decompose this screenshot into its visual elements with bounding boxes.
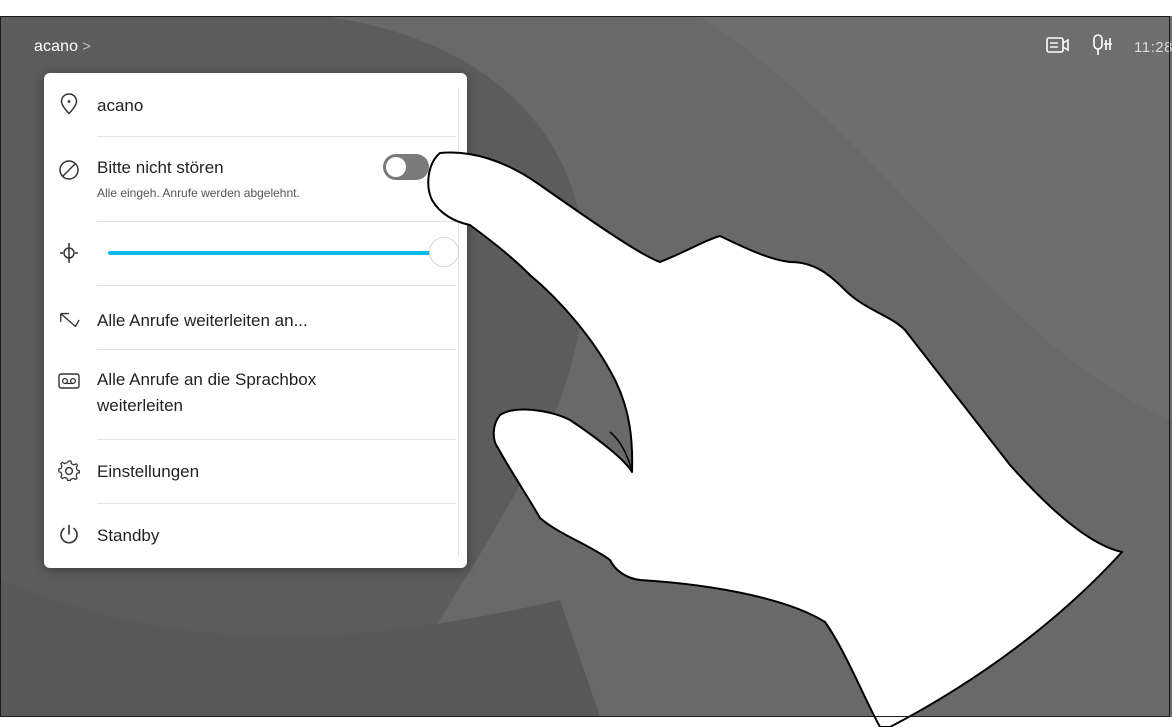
divider xyxy=(97,221,456,222)
call-forward-icon xyxy=(58,309,80,331)
settings-gear-icon xyxy=(58,460,80,482)
top-bar: acano > 11:28 xyxy=(0,16,1172,76)
menu-item-label: Einstellungen xyxy=(97,462,200,481)
clock-label: 11:28 xyxy=(1134,39,1172,56)
dnd-toggle-switch[interactable] xyxy=(383,154,429,180)
menu-item-standby[interactable]: Standby xyxy=(44,515,456,559)
menu-item-voicemail-forward[interactable]: Alle Anrufe an die Sprachbox weiterleite… xyxy=(44,361,456,431)
touch-panel-screen: acano > 11:28 acano Bitte nicht stören A… xyxy=(0,0,1172,727)
voicemail-icon xyxy=(58,370,80,392)
toggle-knob xyxy=(386,157,406,177)
microphone-icon[interactable] xyxy=(1092,34,1112,61)
do-not-disturb-icon xyxy=(58,159,80,181)
site-name-button[interactable]: acano > xyxy=(34,38,91,56)
menu-item-sublabel: Alle eingeh. Anrufe werden abgelehnt. xyxy=(97,186,300,200)
menu-item-label: Alle Anrufe weiterleiten an... xyxy=(97,311,308,330)
chevron-right-icon: > xyxy=(82,38,91,55)
brightness-icon xyxy=(58,242,80,264)
menu-item-label: acano xyxy=(97,96,144,115)
status-area: 11:28 xyxy=(1046,34,1172,61)
divider xyxy=(97,439,456,440)
menu-item-label: Bitte nicht stören xyxy=(97,158,224,177)
site-name-label: acano xyxy=(34,38,79,55)
menu-item-label: Standby xyxy=(97,526,160,545)
location-pin-icon xyxy=(58,93,80,115)
divider xyxy=(97,136,456,137)
camera-control-icon[interactable] xyxy=(1046,36,1070,59)
scrollbar[interactable] xyxy=(458,87,459,557)
menu-item-settings[interactable]: Einstellungen xyxy=(44,451,456,495)
menu-item-label-line2: weiterleiten xyxy=(97,396,183,415)
brightness-slider-handle[interactable] xyxy=(429,237,459,267)
divider xyxy=(97,349,456,350)
divider xyxy=(97,285,456,286)
menu-item-call-forward[interactable]: Alle Anrufe weiterleiten an... xyxy=(44,297,456,341)
control-panel-menu: acano Bitte nicht stören Alle eingeh. An… xyxy=(44,73,467,568)
menu-item-location[interactable]: acano xyxy=(44,87,456,127)
power-icon xyxy=(58,524,80,546)
menu-item-label: Alle Anrufe an die Sprachbox xyxy=(97,370,317,389)
brightness-slider-track[interactable] xyxy=(108,251,438,255)
divider xyxy=(97,503,456,504)
